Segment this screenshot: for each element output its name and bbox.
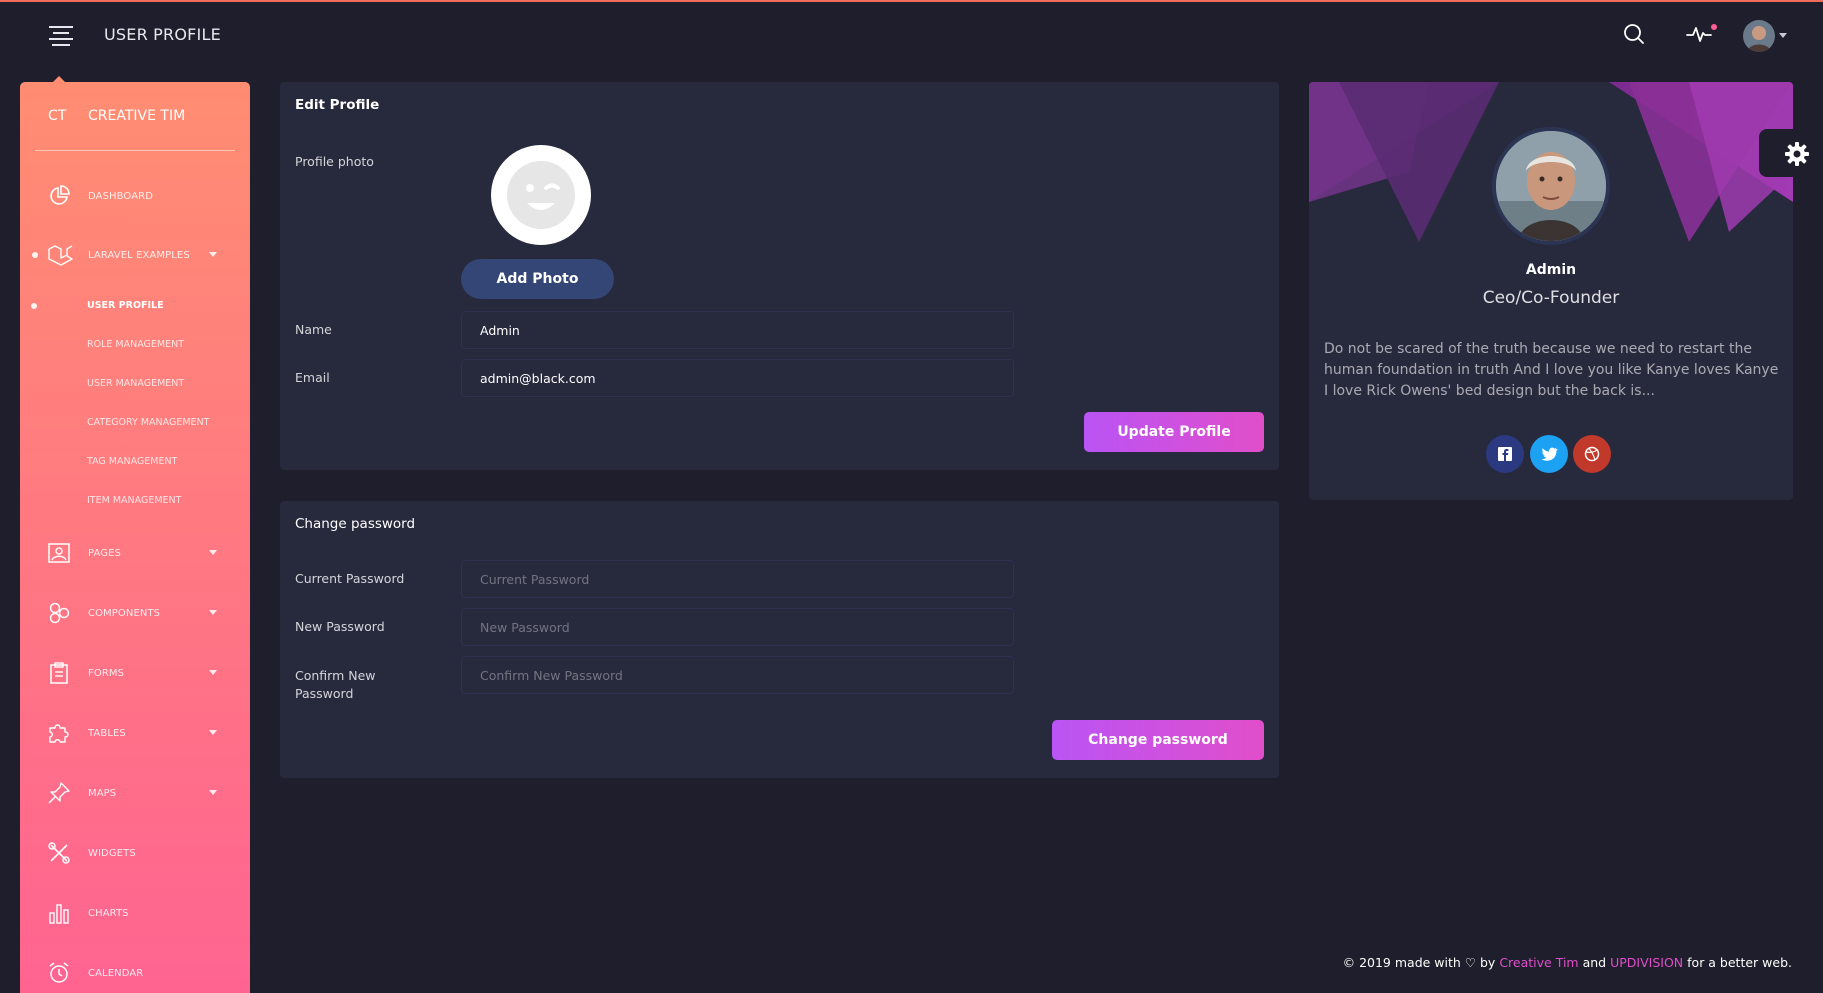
image-icon <box>47 541 71 565</box>
sidebar-item-laravel-examples[interactable]: LARAVEL EXAMPLES <box>20 240 250 270</box>
sidebar-item-pages[interactable]: PAGES <box>20 538 250 568</box>
sidebar-item-label: CALENDAR <box>88 967 144 979</box>
gear-icon <box>1785 142 1809 166</box>
change-password-button[interactable]: Change password <box>1052 720 1264 760</box>
sidebar-item-dashboard[interactable]: DASHBOARD <box>20 181 250 211</box>
dribbble-button[interactable] <box>1573 435 1611 473</box>
sidebar-subitem-user-profile[interactable]: USER PROFILE <box>87 300 164 311</box>
laravel-icon <box>47 243 73 267</box>
creative-tim-link[interactable]: Creative Tim <box>1499 955 1578 970</box>
bar-chart-icon <box>47 901 71 925</box>
new-password-label: New Password <box>295 619 385 634</box>
name-field[interactable] <box>461 311 1014 349</box>
sidebar-item-components[interactable]: COMPONENTS <box>20 598 250 628</box>
email-field[interactable] <box>461 359 1014 397</box>
chevron-down-icon <box>209 670 217 675</box>
pin-icon <box>47 781 71 805</box>
logo-mini: CT <box>48 108 67 124</box>
update-profile-button[interactable]: Update Profile <box>1084 412 1264 452</box>
footer-and: and <box>1582 955 1607 970</box>
edit-profile-card: Edit Profile Profile photo Add Photo Nam… <box>280 82 1279 470</box>
logo[interactable]: CT CREATIVE TIM <box>48 104 185 128</box>
profile-photo-placeholder[interactable] <box>491 145 591 245</box>
twitter-icon <box>1541 447 1558 461</box>
divider <box>35 150 235 151</box>
sidebar-item-label: COMPONENTS <box>88 607 161 619</box>
sidebar-item-label: PAGES <box>88 547 121 559</box>
current-password-field[interactable] <box>461 560 1014 598</box>
sidebar-subitem-item-management[interactable]: ITEM MANAGEMENT <box>87 495 181 506</box>
profile-role: Ceo/Co-Founder <box>1482 288 1620 308</box>
footer-suffix: for a better web. <box>1687 955 1792 970</box>
dribbble-icon <box>1584 446 1600 462</box>
new-password-field[interactable] <box>461 608 1014 646</box>
profile-photo-label: Profile photo <box>295 154 374 169</box>
confirm-password-field[interactable] <box>461 656 1014 694</box>
tools-icon <box>47 841 71 865</box>
sidebar-subitem-role-management[interactable]: ROLE MANAGEMENT <box>87 339 184 350</box>
sidebar-item-widgets[interactable]: WIDGETS <box>20 838 250 868</box>
sidebar-item-label: CHARTS <box>88 907 129 919</box>
sidebar-item-charts[interactable]: CHARTS <box>20 898 250 928</box>
sidebar-subitem-tag-management[interactable]: TAG MANAGEMENT <box>87 456 177 467</box>
components-icon <box>47 601 71 625</box>
sidebar-item-label: FORMS <box>88 667 125 679</box>
profile-avatar[interactable] <box>1492 127 1610 245</box>
sidebar-item-calendar[interactable]: CALENDAR <box>20 958 250 988</box>
active-bullet <box>31 303 37 309</box>
chevron-down-icon <box>209 252 217 257</box>
footer: © 2019 made with ♡ by Creative Tim and U… <box>1343 955 1792 970</box>
sidebar-subitem-user-management[interactable]: USER MANAGEMENT <box>87 378 184 389</box>
activity-icon[interactable] <box>1686 22 1712 50</box>
sidebar-item-label: LARAVEL EXAMPLES <box>88 249 190 261</box>
settings-button[interactable] <box>1759 129 1823 177</box>
sidebar-item-label: MAPS <box>88 787 117 799</box>
chevron-down-icon <box>209 550 217 555</box>
wink-face-icon <box>507 161 575 229</box>
current-password-label: Current Password <box>295 571 405 586</box>
add-photo-button[interactable]: Add Photo <box>461 259 614 299</box>
top-navbar: USER PROFILE <box>0 2 1823 68</box>
sidebar-item-forms[interactable]: FORMS <box>20 658 250 688</box>
clipboard-icon <box>47 661 71 685</box>
facebook-icon <box>1498 447 1512 461</box>
edit-profile-title: Edit Profile <box>295 97 380 113</box>
page-title: USER PROFILE <box>104 25 221 44</box>
notification-dot <box>1711 24 1717 30</box>
puzzle-icon <box>47 721 71 745</box>
footer-prefix: © 2019 made with <box>1342 955 1461 970</box>
sidebar-subitem-category-management[interactable]: CATEGORY MANAGEMENT <box>87 417 209 428</box>
sidebar-item-label: TABLES <box>88 727 126 739</box>
sidebar-item-label: WIDGETS <box>88 847 136 859</box>
footer-by: by <box>1480 955 1496 970</box>
sidebar-item-tables[interactable]: TABLES <box>20 718 250 748</box>
chevron-down-icon <box>209 610 217 615</box>
change-password-title: Change password <box>295 516 416 532</box>
chevron-down-icon[interactable] <box>1779 33 1787 38</box>
logo-text: CREATIVE TIM <box>88 108 186 124</box>
twitter-button[interactable] <box>1530 435 1568 473</box>
confirm-password-label: Confirm New Password <box>295 668 376 701</box>
sidebar: CT CREATIVE TIM DASHBOARD LARAVEL EXAMPL… <box>20 82 250 993</box>
facebook-button[interactable] <box>1486 435 1524 473</box>
chart-pie-icon <box>47 184 71 208</box>
sidebar-item-label: DASHBOARD <box>88 190 154 202</box>
heart-icon: ♡ <box>1464 955 1477 970</box>
sidebar-item-maps[interactable]: MAPS <box>20 778 250 808</box>
alarm-icon <box>47 961 71 985</box>
name-label: Name <box>295 322 332 337</box>
profile-name: Admin <box>1525 262 1577 278</box>
menu-icon[interactable] <box>49 26 73 46</box>
user-profile-card: Admin Ceo/Co-Founder Do not be scared of… <box>1309 82 1793 500</box>
chevron-down-icon <box>209 790 217 795</box>
email-label: Email <box>295 370 330 385</box>
profile-description: Do not be scared of the truth because we… <box>1324 341 1779 399</box>
updivision-link[interactable]: UPDIVISION <box>1610 955 1683 970</box>
change-password-card: Change password Current Password New Pas… <box>280 501 1279 778</box>
avatar[interactable] <box>1743 20 1775 52</box>
chevron-down-icon <box>209 730 217 735</box>
search-icon[interactable] <box>1622 22 1646 50</box>
